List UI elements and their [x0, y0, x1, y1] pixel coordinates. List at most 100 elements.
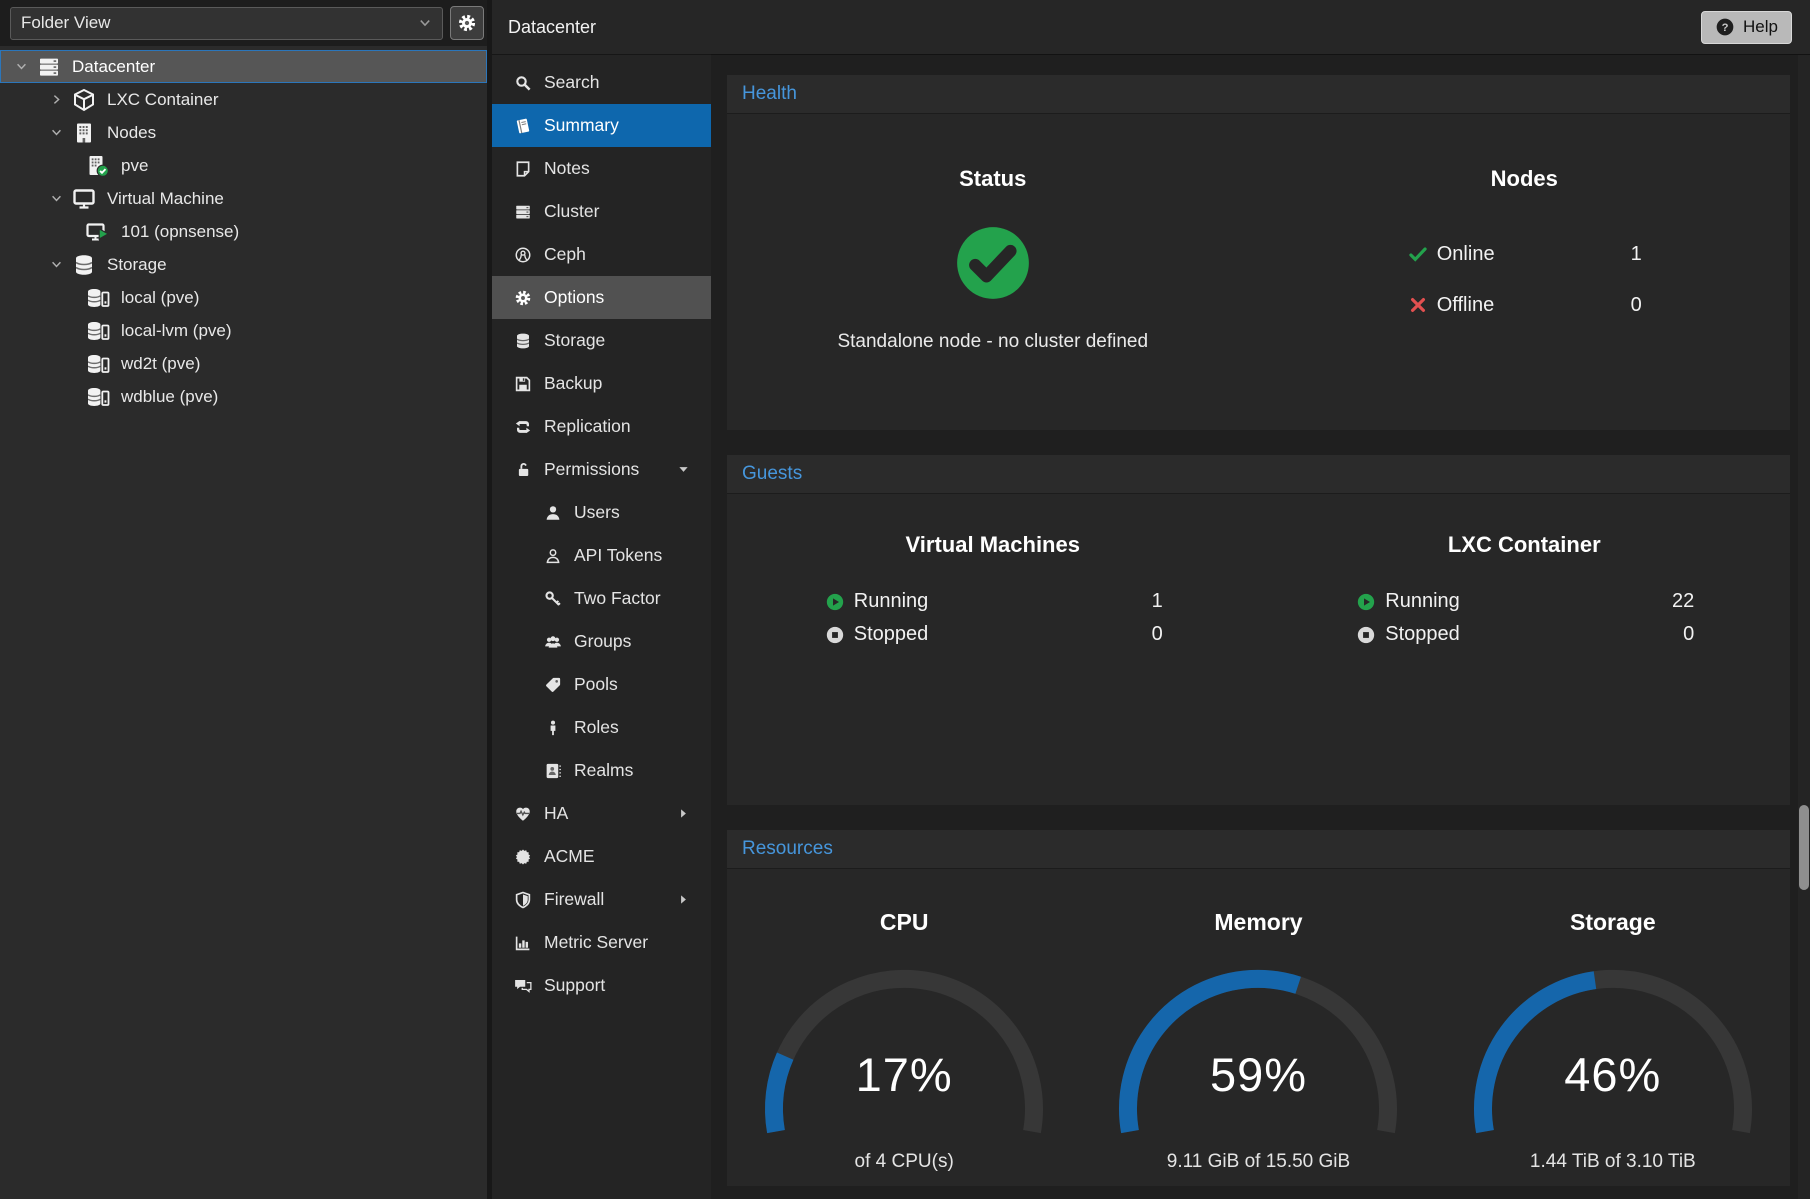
menu-item-firewall[interactable]: Firewall	[492, 878, 711, 921]
menu-item-label: Storage	[544, 330, 605, 351]
monitor-play-icon	[84, 220, 112, 244]
tree-settings-button[interactable]	[450, 6, 484, 40]
user-icon	[542, 504, 563, 522]
menu-item-backup[interactable]: Backup	[492, 362, 711, 405]
building-icon	[70, 121, 98, 145]
database-icon	[70, 253, 98, 277]
shield-icon	[512, 891, 533, 909]
health-title: Health	[742, 83, 797, 105]
tree-item-label: Storage	[107, 255, 167, 275]
datacenter-menu: Datacenter Search Summary Notes Cluster Ceph…	[492, 0, 711, 1199]
menu-item-summary[interactable]: Summary	[492, 104, 711, 147]
menu-item-permissions[interactable]: Permissions	[492, 448, 711, 491]
menu-item-users[interactable]: Users	[492, 491, 711, 534]
tree-item-label: local (pve)	[121, 288, 199, 308]
menu-item-roles[interactable]: Roles	[492, 706, 711, 749]
search-icon	[512, 74, 533, 92]
tree-item-virtual-machine[interactable]: Virtual Machine	[0, 182, 487, 215]
seal-icon	[512, 848, 533, 866]
menu-item-metric-server[interactable]: Metric Server	[492, 921, 711, 964]
gauge-arc: 59%	[1108, 959, 1408, 1149]
tree-item-label: pve	[121, 156, 148, 176]
menu-item-label: Options	[544, 287, 604, 308]
stop-circle-icon	[823, 625, 847, 645]
menu-item-options[interactable]: Options	[492, 276, 711, 319]
menu-item-label: Firewall	[544, 889, 604, 910]
tree-item-storage[interactable]: Storage	[0, 248, 487, 281]
menu-title: Datacenter	[492, 0, 711, 55]
nodes-rows: Online1Offline0	[1407, 240, 1642, 319]
tree-item-label: LXC Container	[107, 90, 219, 110]
menu-item-replication[interactable]: Replication	[492, 405, 711, 448]
server-stack-icon	[35, 55, 63, 79]
menu-item-label: Summary	[544, 115, 619, 136]
status-heading: Status	[727, 166, 1259, 192]
cluster-status-column: Status Standalone node - no cluster defi…	[727, 114, 1259, 430]
guest-column-heading: LXC Container	[1259, 532, 1791, 558]
tree-item-101-opnsense[interactable]: 101 (opnsense)	[0, 215, 487, 248]
menu-item-acme[interactable]: ACME	[492, 835, 711, 878]
chevron-right-icon	[678, 894, 689, 905]
menu-item-two-factor[interactable]: Two Factor	[492, 577, 711, 620]
tree-item-local-pve[interactable]: local (pve)	[0, 281, 487, 314]
floppy-icon	[512, 375, 533, 393]
note-icon	[512, 160, 533, 178]
guest-rows: Running1Stopped0	[823, 588, 1163, 648]
menu-item-label: Notes	[544, 158, 590, 179]
guest-status-row: Running1	[823, 588, 1163, 615]
tree-item-local-lvm-pve[interactable]: local-lvm (pve)	[0, 314, 487, 347]
tree-item-label: wd2t (pve)	[121, 354, 200, 374]
menu-item-notes[interactable]: Notes	[492, 147, 711, 190]
gear-icon	[512, 289, 533, 307]
menu-item-label: API Tokens	[574, 545, 662, 566]
node-count: 1	[1631, 243, 1642, 266]
comments-icon	[512, 977, 533, 995]
menu-item-label: Roles	[574, 717, 619, 738]
tag-icon	[542, 676, 563, 694]
guest-count: 1	[1152, 590, 1163, 613]
guest-count: 0	[1683, 623, 1694, 646]
tree-item-pve[interactable]: pve	[0, 149, 487, 182]
gauge-sublabel: 1.44 TiB of 3.10 TiB	[1436, 1151, 1790, 1173]
tree-item-datacenter[interactable]: Datacenter	[0, 50, 487, 83]
gear-icon	[457, 13, 477, 33]
resources-panel: Resources CPU17%of 4 CPU(s)Memory59%9.11…	[727, 830, 1790, 1186]
menu-item-storage[interactable]: Storage	[492, 319, 711, 362]
database-drive-icon	[84, 319, 112, 343]
menu-item-api-tokens[interactable]: API Tokens	[492, 534, 711, 577]
gauge-percent-value: 59%	[1108, 1047, 1408, 1102]
cluster-status-message: Standalone node - no cluster defined	[727, 331, 1259, 353]
resources-panel-body: CPU17%of 4 CPU(s)Memory59%9.11 GiB of 15…	[727, 868, 1790, 1186]
menu-item-label: Replication	[544, 416, 631, 437]
gauge-memory: Memory59%9.11 GiB of 15.50 GiB	[1081, 869, 1435, 1173]
tree-item-wd2t-pve[interactable]: wd2t (pve)	[0, 347, 487, 380]
guests-panel-body: Virtual MachinesRunning1Stopped0LXC Cont…	[727, 493, 1790, 805]
view-mode-select[interactable]: Folder View	[10, 7, 443, 40]
tree-item-nodes[interactable]: Nodes	[0, 116, 487, 149]
help-button[interactable]: ? Help	[1701, 11, 1792, 44]
cube-icon	[70, 88, 98, 112]
tree-item-lxc-container[interactable]: LXC Container	[0, 83, 487, 116]
cross-icon	[1407, 295, 1429, 315]
menu-item-label: Ceph	[544, 244, 586, 265]
resources-title: Resources	[742, 838, 833, 860]
menu-item-label: Cluster	[544, 201, 599, 222]
menu-item-pools[interactable]: Pools	[492, 663, 711, 706]
guest-state-label: Stopped	[1385, 623, 1683, 646]
tree-item-wdblue-pve[interactable]: wdblue (pve)	[0, 380, 487, 413]
caret-down-icon	[48, 126, 65, 139]
menu-item-ceph[interactable]: Ceph	[492, 233, 711, 276]
menu-item-support[interactable]: Support	[492, 964, 711, 1007]
chevron-down-icon	[418, 16, 432, 30]
menu-item-search[interactable]: Search	[492, 61, 711, 104]
menu-item-cluster[interactable]: Cluster	[492, 190, 711, 233]
scrollbar-thumb[interactable]	[1799, 805, 1809, 890]
guests-panel-header: Guests	[727, 455, 1790, 493]
menu-item-groups[interactable]: Groups	[492, 620, 711, 663]
menu-item-ha[interactable]: HA	[492, 792, 711, 835]
vertical-scrollbar[interactable]	[1798, 55, 1810, 1199]
lock-open-icon	[512, 461, 533, 479]
gauge-title: Storage	[1436, 909, 1790, 936]
menu-item-realms[interactable]: Realms	[492, 749, 711, 792]
replication-icon	[512, 418, 533, 436]
